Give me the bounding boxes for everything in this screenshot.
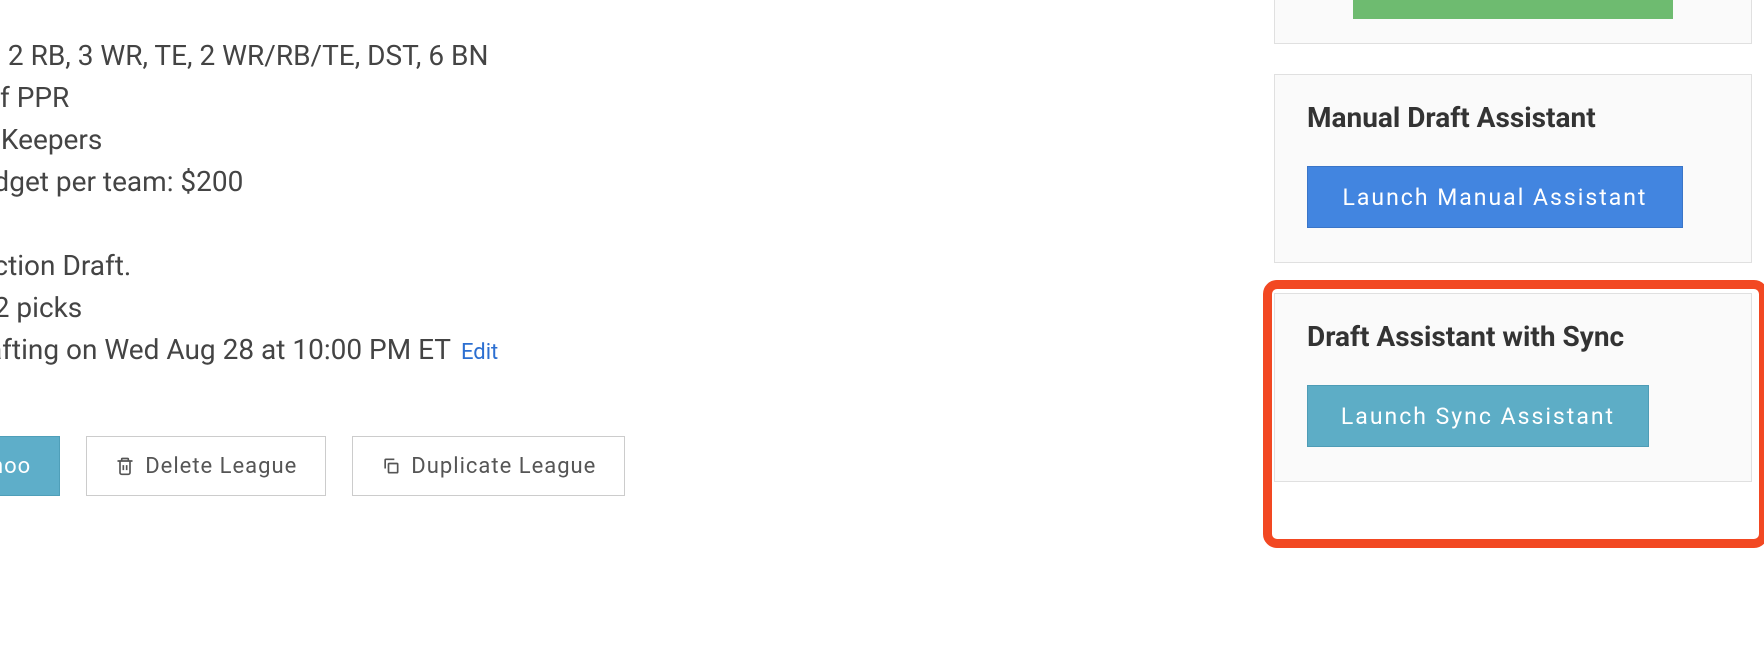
start-mock-draft-label: Start a Mock Draft (1398, 0, 1629, 3)
draft-time-line: rafting on Wed Aug 28 at 10:00 PM ET (0, 329, 451, 371)
launch-sync-assistant-button[interactable]: Launch Sync Assistant (1307, 385, 1649, 447)
sync-draft-title: Draft Assistant with Sync (1275, 294, 1751, 363)
start-mock-draft-button[interactable]: Start a Mock Draft (1353, 0, 1673, 19)
picks-line: 02 picks (0, 287, 1000, 329)
roster-line: B, 2 RB, 3 WR, TE, 2 WR/RB/TE, DST, 6 BN (0, 35, 1000, 77)
launch-manual-assistant-button[interactable]: Launch Manual Assistant (1307, 166, 1683, 228)
sync-draft-card: Draft Assistant with Sync Launch Sync As… (1274, 293, 1752, 482)
delete-league-label: Delete League (145, 454, 297, 479)
duplicate-league-label: Duplicate League (411, 454, 596, 479)
mock-draft-card: Start a Mock Draft (1274, 0, 1752, 44)
scoring-line: alf PPR (0, 77, 1000, 119)
edit-draft-time-link[interactable]: Edit (461, 336, 498, 369)
launch-manual-assistant-label: Launch Manual Assistant (1343, 184, 1648, 211)
manual-draft-card: Manual Draft Assistant Launch Manual Ass… (1274, 74, 1752, 263)
draft-type-line: uction Draft. (0, 245, 1000, 287)
sidebar: Start a Mock Draft Manual Draft Assistan… (1274, 0, 1752, 482)
yahoo-button-label: hoo (0, 454, 31, 479)
copy-icon (381, 456, 401, 476)
league-info-list: B, 2 RB, 3 WR, TE, 2 WR/RB/TE, DST, 6 BN… (0, 35, 1000, 371)
keepers-line: o Keepers (0, 119, 1000, 161)
league-details: B, 2 RB, 3 WR, TE, 2 WR/RB/TE, DST, 6 BN… (0, 35, 1000, 496)
budget-line: udget per team: $200 (0, 161, 1000, 203)
duplicate-league-button[interactable]: Duplicate League (352, 436, 625, 496)
launch-sync-assistant-label: Launch Sync Assistant (1341, 403, 1615, 430)
manual-draft-title: Manual Draft Assistant (1275, 75, 1751, 144)
yahoo-button[interactable]: hoo (0, 436, 60, 496)
delete-league-button[interactable]: Delete League (86, 436, 326, 496)
trash-icon (115, 456, 135, 476)
league-action-row: hoo Delete League Duplicate League (0, 436, 1000, 496)
